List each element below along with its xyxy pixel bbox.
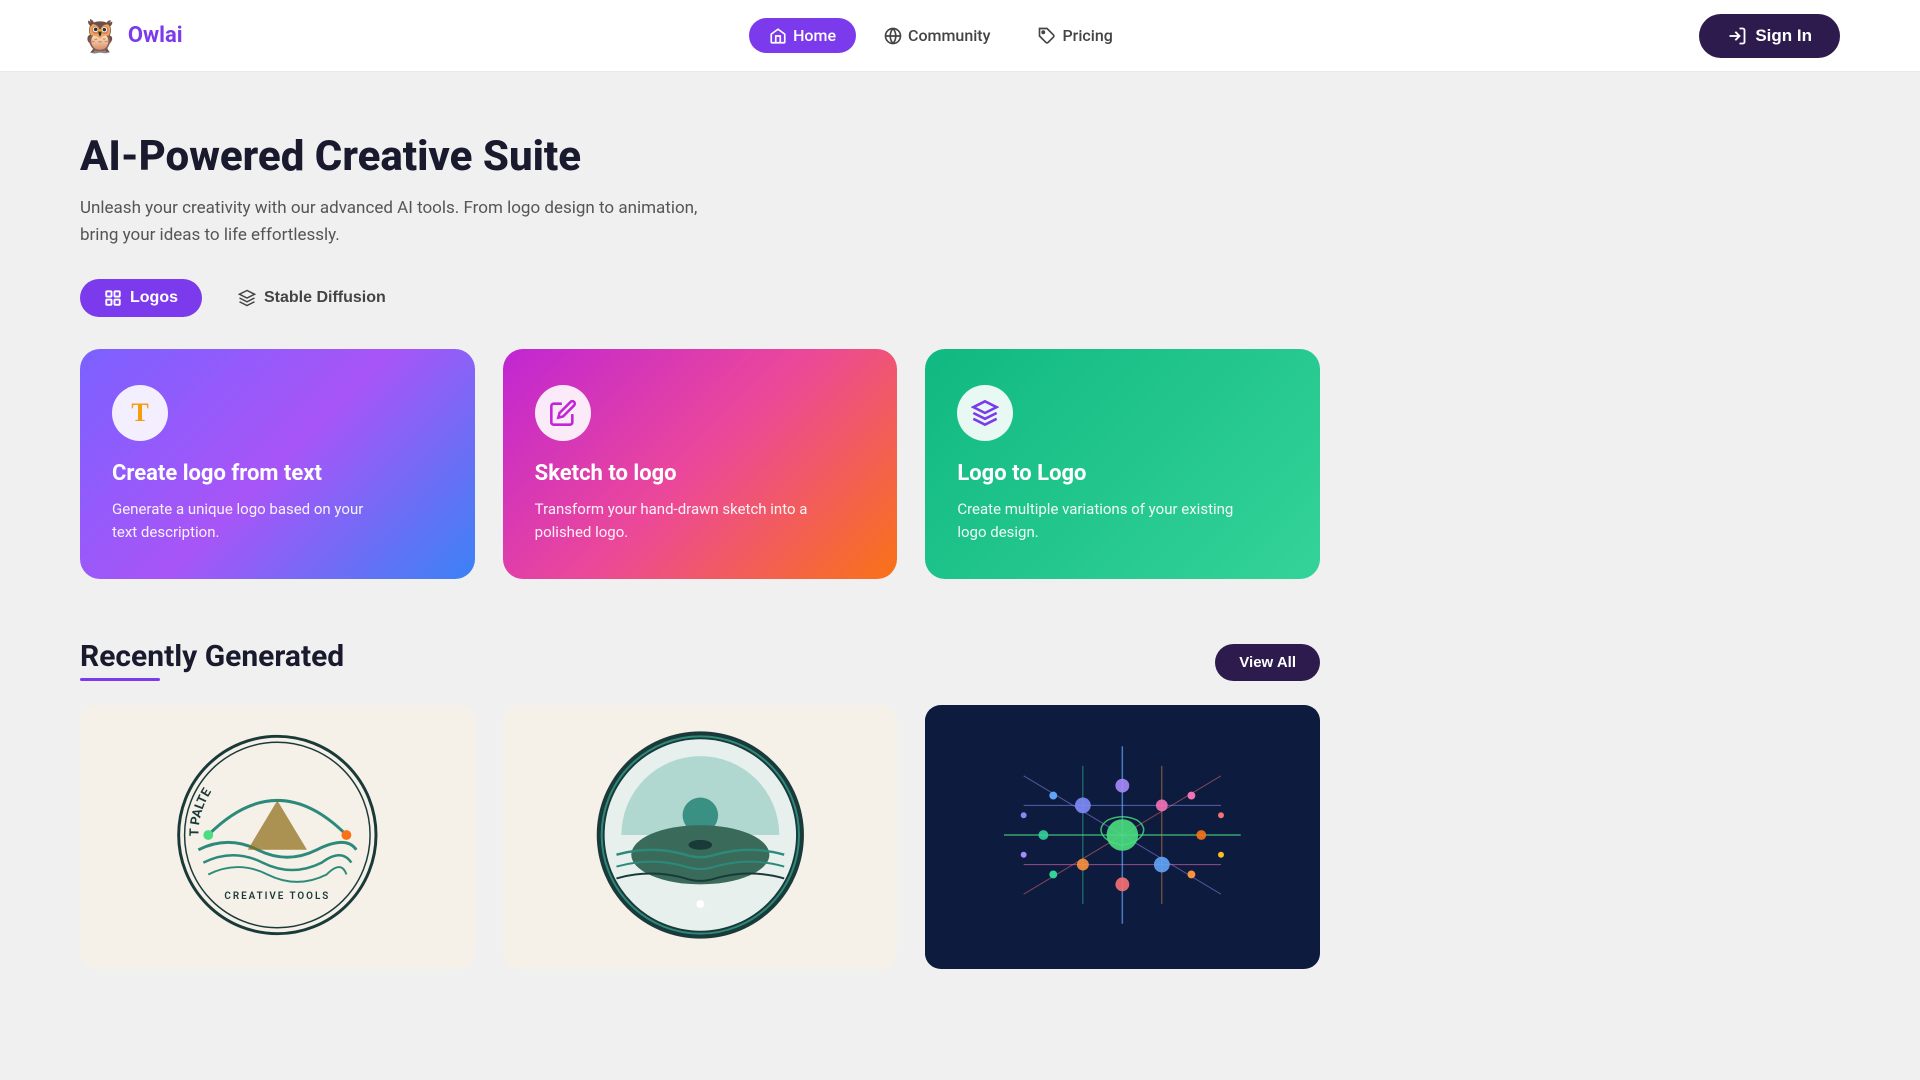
view-all-button[interactable]: View All bbox=[1215, 644, 1320, 681]
card-icon-wrap-2 bbox=[535, 385, 591, 441]
globe-icon bbox=[884, 27, 902, 45]
tab-logos-label: Logos bbox=[130, 289, 178, 307]
signin-label: Sign In bbox=[1755, 26, 1812, 46]
hero-title: AI-Powered Creative Suite bbox=[80, 132, 1320, 181]
gallery-image-3 bbox=[925, 705, 1320, 965]
card-2-title: Sketch to logo bbox=[535, 461, 866, 486]
gallery-item-2[interactable] bbox=[503, 705, 898, 969]
card-text-to-logo[interactable]: T Create logo from text Generate a uniqu… bbox=[80, 349, 475, 579]
logo-text: Owlai bbox=[128, 23, 183, 48]
hero-description: Unleash your creativity with our advance… bbox=[80, 195, 720, 249]
nav-pricing[interactable]: Pricing bbox=[1018, 18, 1132, 53]
card-1-desc: Generate a unique logo based on your tex… bbox=[112, 498, 392, 543]
logo-owl-icon: 🦉 bbox=[80, 17, 120, 55]
tab-stable-diffusion[interactable]: Stable Diffusion bbox=[214, 279, 410, 317]
card-3-desc: Create multiple variations of your exist… bbox=[957, 498, 1237, 543]
view-all-label: View All bbox=[1239, 654, 1296, 671]
home-icon bbox=[769, 27, 787, 45]
text-icon: T bbox=[131, 398, 148, 428]
card-icon-wrap-1: T bbox=[112, 385, 168, 441]
gallery-image-1: PROMPT PALTE CREATIVE TOOLS bbox=[80, 705, 475, 965]
navbar: 🦉 Owlai Home Community Pricing bbox=[0, 0, 1920, 72]
card-2-desc: Transform your hand-drawn sketch into a … bbox=[535, 498, 815, 543]
nav-menu: Home Community Pricing bbox=[749, 18, 1133, 53]
gallery: PROMPT PALTE CREATIVE TOOLS bbox=[80, 705, 1320, 969]
tab-stable-diffusion-label: Stable Diffusion bbox=[264, 289, 386, 307]
tab-logos[interactable]: Logos bbox=[80, 279, 202, 317]
section-title-wrap: Recently Generated bbox=[80, 639, 344, 681]
card-1-title: Create logo from text bbox=[112, 461, 443, 486]
stable-diffusion-tab-icon bbox=[238, 289, 256, 307]
card-3-title: Logo to Logo bbox=[957, 461, 1288, 486]
tool-tabs: Logos Stable Diffusion bbox=[80, 279, 1320, 317]
logo-link[interactable]: 🦉 Owlai bbox=[80, 17, 183, 55]
feature-cards: T Create logo from text Generate a uniqu… bbox=[80, 349, 1320, 579]
gallery-item-3[interactable] bbox=[925, 705, 1320, 969]
card-logo-to-logo[interactable]: Logo to Logo Create multiple variations … bbox=[925, 349, 1320, 579]
card-icon-wrap-3 bbox=[957, 385, 1013, 441]
tag-icon bbox=[1038, 27, 1056, 45]
gallery-item-1[interactable]: PROMPT PALTE CREATIVE TOOLS bbox=[80, 705, 475, 969]
recently-generated-header: Recently Generated View All bbox=[80, 639, 1320, 681]
section-underline bbox=[80, 678, 160, 681]
svg-text:CREATIVE TOOLS: CREATIVE TOOLS bbox=[224, 892, 330, 903]
nav-pricing-label: Pricing bbox=[1062, 26, 1112, 45]
gallery-image-2 bbox=[503, 705, 898, 965]
nav-home[interactable]: Home bbox=[749, 18, 856, 53]
section-title: Recently Generated bbox=[80, 639, 344, 674]
signin-icon bbox=[1727, 26, 1747, 46]
nav-community[interactable]: Community bbox=[864, 18, 1010, 53]
pencil-icon bbox=[549, 399, 577, 427]
signin-button[interactable]: Sign In bbox=[1699, 14, 1840, 58]
card-sketch-to-logo[interactable]: Sketch to logo Transform your hand-drawn… bbox=[503, 349, 898, 579]
main-content: AI-Powered Creative Suite Unleash your c… bbox=[0, 72, 1400, 1009]
layers-icon bbox=[971, 399, 999, 427]
nav-home-label: Home bbox=[793, 26, 836, 45]
nav-community-label: Community bbox=[908, 26, 990, 45]
logos-tab-icon bbox=[104, 289, 122, 307]
